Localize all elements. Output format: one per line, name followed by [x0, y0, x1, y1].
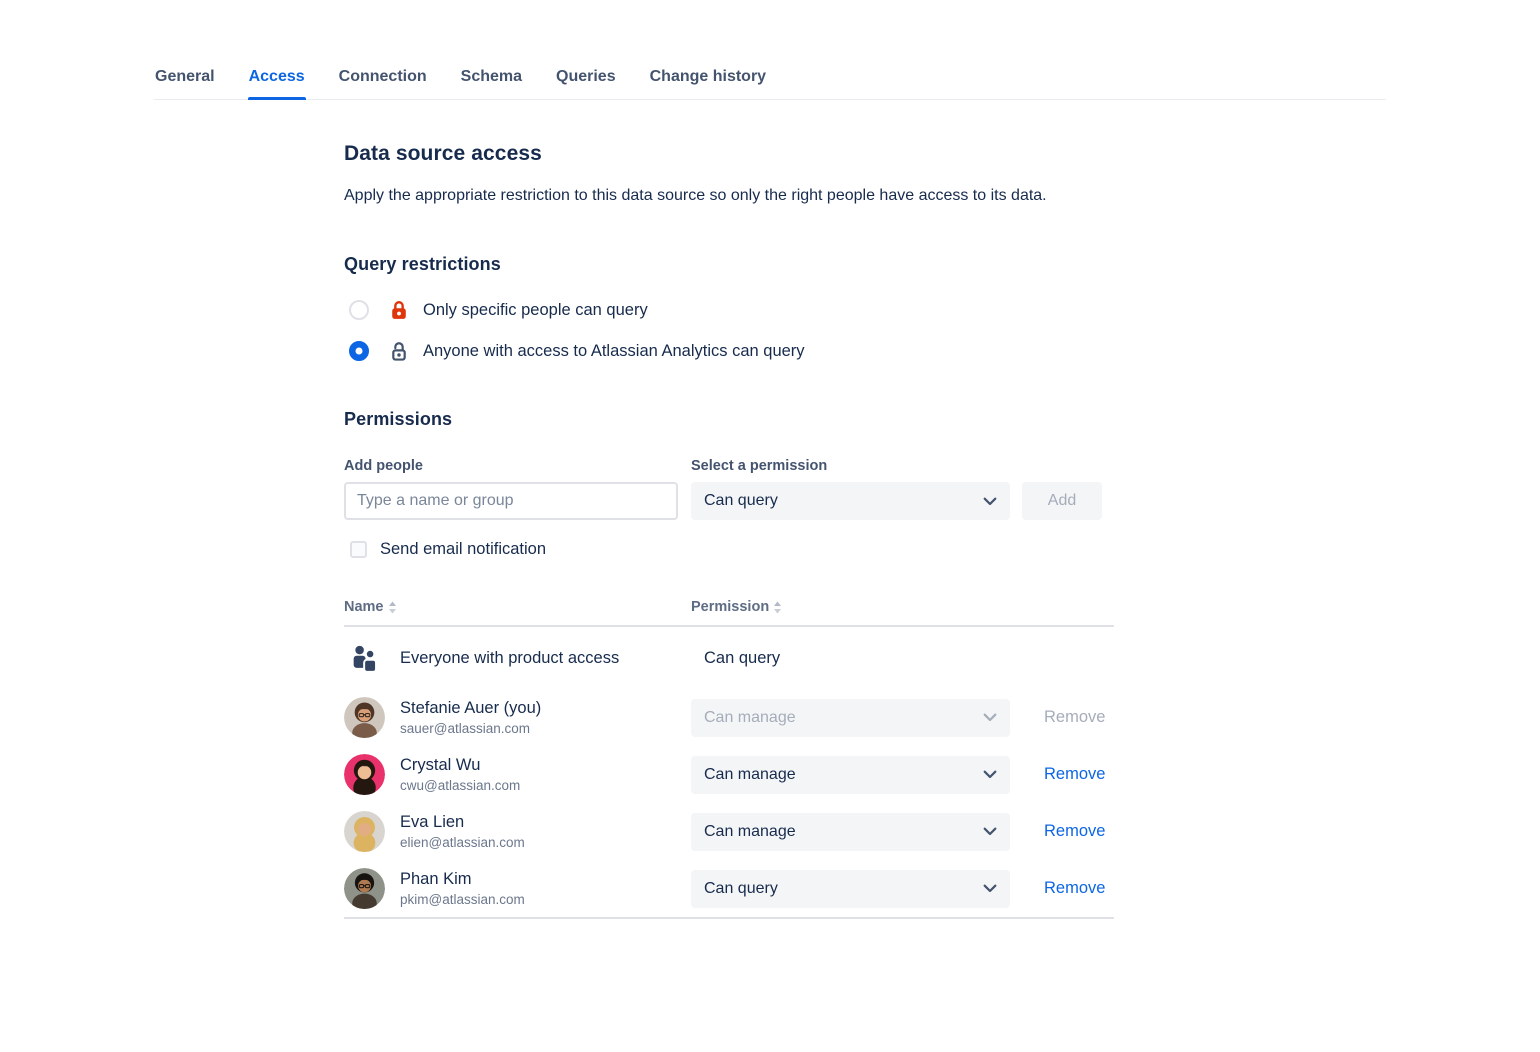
- tab-queries[interactable]: Queries: [555, 66, 617, 99]
- tab-general[interactable]: General: [154, 66, 216, 99]
- restriction-option-specific: Only specific people can query: [344, 298, 1114, 322]
- table-row: Eva Lien elien@atlassian.com Can manage …: [344, 803, 1114, 860]
- lock-open-icon: [388, 339, 410, 363]
- permissions-table: Name Permission: [344, 599, 1114, 919]
- select-permission-label: Select a permission: [691, 458, 1010, 474]
- email-notification-row: Send email notification: [344, 540, 1114, 559]
- sort-icon: [388, 601, 397, 614]
- user-avatar: [344, 754, 385, 795]
- query-restrictions-group: Only specific people can query Anyone wi…: [344, 298, 1114, 363]
- page-title: Data source access: [344, 142, 1114, 166]
- chevron-down-icon: [983, 770, 997, 779]
- permission-select[interactable]: Can query: [691, 870, 1010, 908]
- permission-select-value: Can query: [704, 492, 778, 510]
- tab-connection[interactable]: Connection: [338, 66, 428, 99]
- user-name: Eva Lien: [400, 813, 525, 832]
- people-group-icon: [344, 638, 385, 679]
- lock-closed-icon: [388, 298, 410, 322]
- restriction-option-label: Only specific people can query: [423, 301, 648, 320]
- query-restrictions-heading: Query restrictions: [344, 254, 1114, 275]
- permission-select[interactable]: Can query: [691, 482, 1010, 520]
- user-email: pkim@atlassian.com: [400, 892, 525, 907]
- user-name: Phan Kim: [400, 870, 525, 889]
- user-avatar: [344, 697, 385, 738]
- table-row: Crystal Wu cwu@atlassian.com Can manage …: [344, 746, 1114, 803]
- permission-select[interactable]: Can manage: [691, 813, 1010, 851]
- chevron-down-icon: [983, 884, 997, 893]
- email-notification-checkbox[interactable]: [350, 541, 367, 558]
- add-button[interactable]: Add: [1022, 482, 1102, 520]
- tab-access[interactable]: Access: [248, 66, 306, 99]
- permission-value: Can query: [691, 649, 1027, 668]
- user-avatar: [344, 811, 385, 852]
- column-header-permission[interactable]: Permission: [691, 599, 782, 615]
- add-people-input[interactable]: [344, 482, 678, 520]
- chevron-down-icon: [983, 827, 997, 836]
- user-email: cwu@atlassian.com: [400, 778, 520, 793]
- radio-button[interactable]: [349, 341, 369, 361]
- restriction-option-label: Anyone with access to Atlassian Analytic…: [423, 342, 805, 361]
- chevron-down-icon: [983, 497, 997, 506]
- table-header: Name Permission: [344, 599, 1114, 627]
- permissions-heading: Permissions: [344, 409, 1114, 430]
- table-row: Stefanie Auer (you) sauer@atlassian.com …: [344, 689, 1114, 746]
- tab-schema[interactable]: Schema: [460, 66, 523, 99]
- table-bottom-border: [344, 917, 1114, 919]
- user-email: sauer@atlassian.com: [400, 721, 541, 736]
- sort-icon: [773, 601, 782, 614]
- tab-change-history[interactable]: Change history: [649, 66, 767, 99]
- table-row: Everyone with product access Can query: [344, 627, 1114, 689]
- column-header-name[interactable]: Name: [344, 599, 691, 615]
- permission-select[interactable]: Can manage: [691, 699, 1010, 737]
- chevron-down-icon: [983, 713, 997, 722]
- email-notification-label: Send email notification: [380, 540, 546, 559]
- add-people-label: Add people: [344, 458, 678, 474]
- table-row: Phan Kim pkim@atlassian.com Can query Re…: [344, 860, 1114, 917]
- add-people-form: Add people Select a permission Can query…: [344, 458, 1114, 520]
- settings-page: General Access Connection Schema Queries…: [0, 0, 1540, 919]
- remove-button[interactable]: Remove: [1044, 708, 1105, 726]
- remove-button[interactable]: Remove: [1044, 822, 1105, 840]
- restriction-option-anyone: Anyone with access to Atlassian Analytic…: [344, 339, 1114, 363]
- user-name: Crystal Wu: [400, 756, 520, 775]
- tab-bar: General Access Connection Schema Queries…: [154, 66, 1386, 100]
- permission-select[interactable]: Can manage: [691, 756, 1010, 794]
- remove-button[interactable]: Remove: [1044, 879, 1105, 897]
- group-name: Everyone with product access: [400, 649, 619, 668]
- user-name: Stefanie Auer (you): [400, 699, 541, 718]
- page-description: Apply the appropriate restriction to thi…: [344, 183, 1102, 208]
- user-avatar: [344, 868, 385, 909]
- remove-button[interactable]: Remove: [1044, 765, 1105, 783]
- radio-button[interactable]: [349, 300, 369, 320]
- user-email: elien@atlassian.com: [400, 835, 525, 850]
